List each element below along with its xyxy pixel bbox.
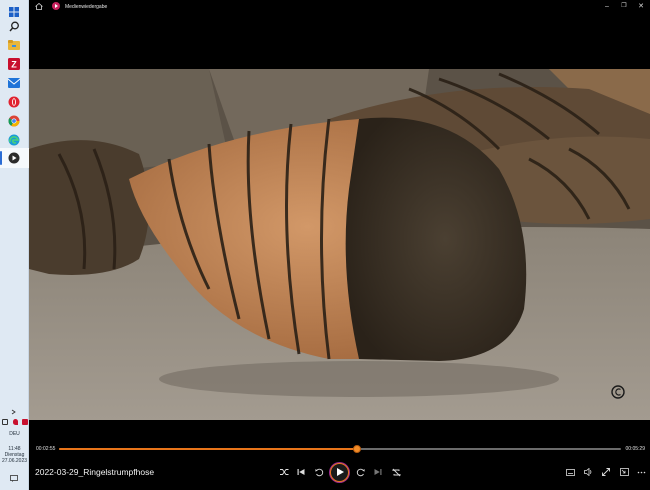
maximize-button[interactable]: ❐ (619, 2, 629, 11)
fullscreen-icon (602, 468, 610, 476)
fast-forward-icon (356, 468, 365, 476)
play-button[interactable] (330, 463, 349, 482)
window-title: Medienwiedergabe (65, 4, 108, 10)
media-title: 2022-03-29_Ringelstrumpfhose (35, 467, 155, 477)
video-frame[interactable] (29, 69, 650, 420)
elapsed-time: 00:02:55 (36, 446, 56, 452)
clock-date: 27.06.2023 (1, 458, 28, 464)
svg-text:Z: Z (11, 60, 17, 70)
system-tray-icons (2, 419, 28, 427)
mini-player-button[interactable] (618, 466, 630, 478)
seek-bar[interactable] (59, 445, 621, 453)
subtitles-icon (565, 468, 575, 476)
video-image (29, 69, 650, 420)
close-button[interactable]: ✕ (636, 2, 646, 11)
search-icon[interactable] (6, 18, 22, 34)
filezilla-icon[interactable]: Z (6, 56, 22, 72)
seek-bar-progress (59, 448, 357, 450)
subtitles-button[interactable] (564, 466, 576, 478)
opera-icon[interactable] (6, 94, 22, 110)
network-icon[interactable] (2, 419, 8, 425)
seek-bar-thumb[interactable] (352, 445, 361, 453)
active-indicator (0, 151, 2, 165)
file-explorer-icon[interactable] (6, 37, 22, 53)
shuffle-button[interactable] (278, 466, 290, 478)
media-player-taskbar-icon[interactable] (6, 150, 22, 166)
next-button[interactable] (372, 466, 384, 478)
previous-button[interactable] (295, 466, 307, 478)
fullscreen-button[interactable] (600, 466, 612, 478)
minimize-button[interactable]: – (602, 2, 612, 11)
taskbar: Z DEU 11:48 Dienstag 27.06.2023 (0, 0, 29, 490)
chrome-icon[interactable] (6, 113, 22, 129)
rewind-icon (314, 468, 323, 476)
notification-icon[interactable] (9, 473, 19, 483)
clock[interactable]: 11:48 Dienstag 27.06.2023 (0, 446, 29, 464)
volume-button[interactable] (582, 466, 594, 478)
security-icon[interactable] (22, 419, 28, 425)
more-options-button[interactable] (635, 466, 647, 478)
skip-next-icon (374, 469, 382, 475)
mail-icon[interactable] (6, 75, 22, 91)
repeat-button[interactable] (390, 466, 402, 478)
repeat-off-icon (392, 468, 400, 476)
mini-player-icon (619, 468, 629, 476)
media-player-app-icon (52, 2, 60, 10)
rewind-10-button[interactable] (313, 466, 325, 478)
total-duration: 00:05:29 (625, 446, 645, 452)
location-icon[interactable] (12, 419, 18, 425)
shuffle-icon (279, 469, 288, 475)
title-bar: Medienwiedergabe – ❐ ✕ (29, 0, 650, 13)
chevron-up-icon[interactable] (9, 407, 19, 417)
media-player-window: Medienwiedergabe – ❐ ✕ 00:02:55 00:05:29… (29, 0, 650, 490)
language-indicator[interactable]: DEU (0, 431, 29, 437)
forward-30-button[interactable] (354, 466, 366, 478)
more-icon (637, 471, 645, 473)
volume-icon (583, 468, 591, 476)
skip-previous-icon (297, 469, 305, 475)
edge-icon[interactable] (6, 132, 22, 148)
home-icon[interactable] (35, 2, 43, 10)
